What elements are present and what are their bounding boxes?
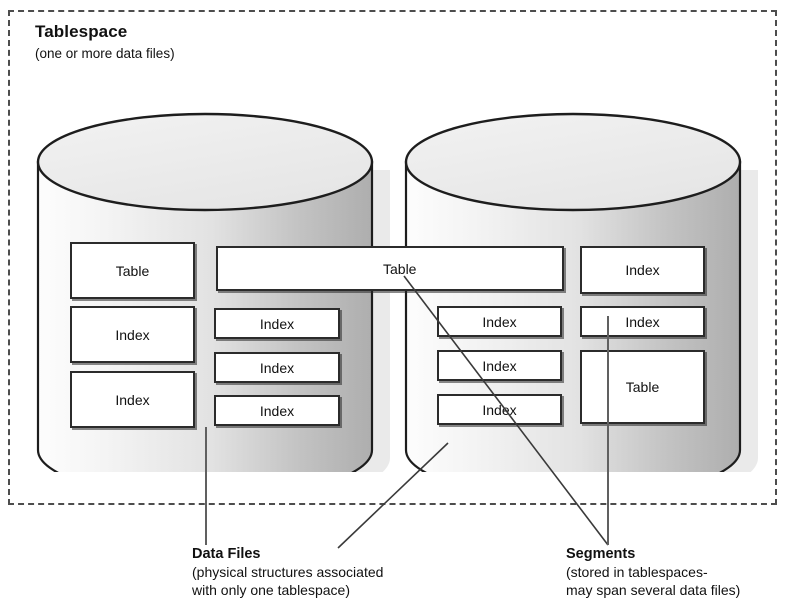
caption-title: Segments <box>566 546 636 562</box>
segment-box: Index <box>70 306 195 363</box>
diagram-canvas: Tablespace (one or more data files) Tabl… <box>0 0 800 614</box>
caption-data-files: Data Files (physical structures associat… <box>192 546 383 598</box>
segment-label: Index <box>115 391 150 408</box>
caption-line-2: with only one tablespace) <box>192 582 350 598</box>
segment-label: Index <box>259 402 295 419</box>
tablespace-subtitle: (one or more data files) <box>35 46 175 61</box>
caption-title: Data Files <box>192 546 261 562</box>
segment-box: Table <box>580 350 705 424</box>
segment-box: Index <box>580 306 705 337</box>
segment-label: Index <box>625 262 660 278</box>
segment-label: Table <box>115 262 150 279</box>
segment-box-spanning: Table <box>216 246 564 291</box>
segment-label: Index <box>482 401 517 418</box>
segment-box: Index <box>437 306 562 337</box>
segment-box: Index <box>437 350 562 381</box>
caption-segments: Segments (stored in tablespaces- may spa… <box>566 546 740 598</box>
segment-box: Index <box>70 371 195 428</box>
segment-label: Index <box>259 315 295 332</box>
tablespace-title: Tablespace <box>35 22 128 41</box>
segment-label: Index <box>115 326 150 343</box>
segment-box: Table <box>70 242 195 299</box>
segment-label: Index <box>259 359 295 376</box>
segment-label: Index <box>482 313 517 330</box>
segment-box: Index <box>580 246 705 294</box>
caption-line-1: (stored in tablespaces- <box>566 564 708 580</box>
segment-box: Index <box>214 308 340 339</box>
segment-box: Index <box>214 352 340 383</box>
caption-line-2: may span several data files) <box>566 582 741 598</box>
segment-label: Table <box>383 260 417 277</box>
segment-label: Index <box>625 313 660 330</box>
segment-box: Index <box>437 394 562 425</box>
segment-label: Index <box>482 357 517 374</box>
segment-label: Table <box>625 379 660 395</box>
segment-box: Index <box>214 395 340 426</box>
caption-line-1: (physical structures associated <box>192 564 384 580</box>
